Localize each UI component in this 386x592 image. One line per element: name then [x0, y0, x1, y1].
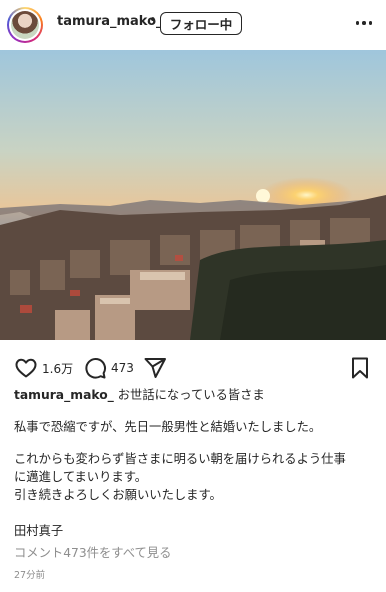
caption-paragraph-2-line-3: 引き続きよろしくお願いいたします。: [14, 488, 222, 502]
post-photo[interactable]: [0, 50, 386, 340]
sunset-city-photo: [0, 50, 386, 340]
post-header: tamura_mako_ • フォロー中: [0, 0, 386, 48]
caption-username[interactable]: tamura_mako_: [14, 388, 114, 402]
caption-signature: 田村真子: [14, 524, 64, 538]
post-caption: tamura_mako_ お世話になっている皆さま 私事で恐縮ですが、先日一般男…: [14, 386, 374, 504]
view-all-comments-link[interactable]: コメント473件をすべて見る: [14, 543, 171, 561]
comment-icon: [85, 358, 106, 379]
action-bar: 1.6万 473: [0, 354, 386, 382]
like-button[interactable]: 1.6万: [14, 354, 73, 382]
caption-paragraph-2-line-2: に邁進してまいります。: [14, 470, 148, 484]
bookmark-icon: [352, 357, 368, 379]
separator-dot: •: [149, 13, 157, 28]
avatar[interactable]: [7, 7, 43, 43]
more-options-icon[interactable]: [352, 13, 376, 33]
avatar-image: [9, 9, 41, 41]
caption-paragraph-2-line-1: これからも変わらず皆さまに明るい朝を届けられるよう仕事: [14, 452, 346, 466]
username-link[interactable]: tamura_mako_: [57, 14, 163, 29]
caption-paragraph-1: 私事で恐縮ですが、先日一般男性と結婚いたしました。: [14, 420, 322, 434]
comments-count[interactable]: 473: [111, 361, 134, 375]
likes-count[interactable]: 1.6万: [42, 360, 73, 377]
share-icon: [144, 358, 166, 378]
heart-icon: [15, 358, 37, 378]
caption-first-line: お世話になっている皆さま: [117, 388, 265, 402]
comment-button[interactable]: 473: [83, 354, 134, 382]
save-button[interactable]: [348, 354, 372, 382]
share-button[interactable]: [143, 354, 167, 382]
following-button[interactable]: フォロー中: [160, 12, 242, 35]
post-timestamp: 27分前: [14, 570, 46, 581]
